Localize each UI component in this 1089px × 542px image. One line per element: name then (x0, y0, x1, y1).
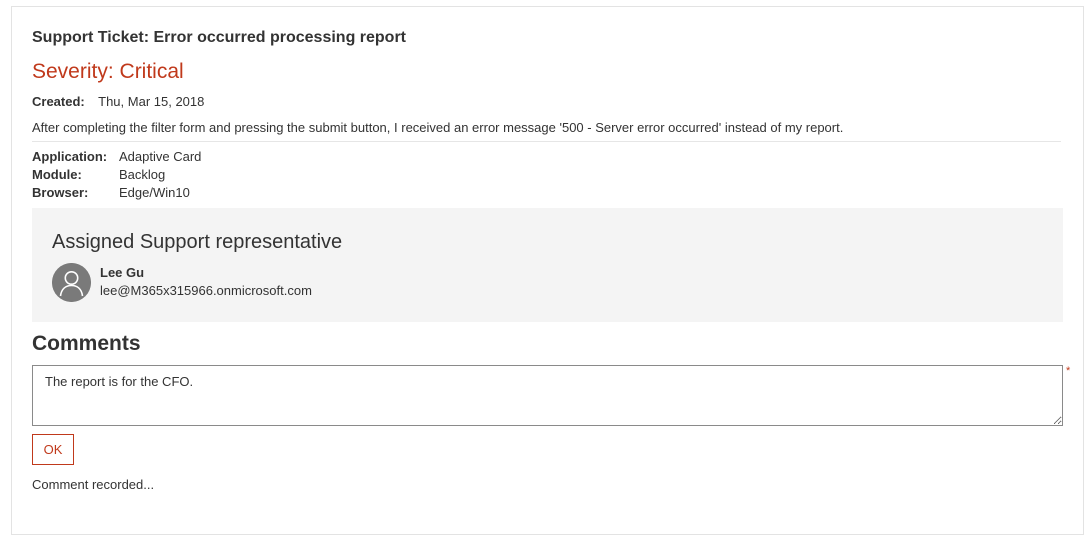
fact-value: Backlog (119, 166, 166, 182)
status-message: Comment recorded... (32, 477, 155, 492)
required-marker: * (1066, 365, 1071, 377)
fact-key: Browser: (32, 184, 89, 200)
fact-value: Adaptive Card (119, 148, 202, 164)
person-icon (52, 263, 91, 302)
adaptive-card: Support Ticket: Error occurred processin… (11, 6, 1084, 535)
ticket-title: Support Ticket: Error occurred processin… (32, 29, 407, 46)
comments-heading: Comments (32, 332, 141, 355)
separator (32, 141, 1061, 142)
created-value: Thu, Mar 15, 2018 (98, 94, 205, 109)
fact-row-browser: Browser: Edge/Win10 (32, 183, 201, 201)
ticket-description: After completing the filter form and pre… (32, 120, 844, 135)
created-row: Created: Thu, Mar 15, 2018 (32, 94, 204, 109)
ok-button[interactable]: OK (32, 434, 74, 465)
representative-email: lee@M365x315966.onmicrosoft.com (100, 283, 312, 298)
assigned-title: Assigned Support representative (52, 231, 343, 253)
fact-row-module: Module: Backlog (32, 165, 201, 183)
created-label: Created: (32, 94, 85, 109)
fact-row-application: Application: Adaptive Card (32, 147, 201, 165)
representative-name: Lee Gu (100, 265, 145, 280)
comment-input[interactable]: The report is for the CFO. (32, 365, 1063, 426)
assigned-representative-panel: Assigned Support representative Lee Gu l… (32, 208, 1063, 322)
fact-key: Application: (32, 148, 108, 164)
fact-value: Edge/Win10 (119, 184, 190, 200)
severity-label: Severity: Critical (32, 60, 184, 83)
fact-key: Module: (32, 166, 82, 182)
fact-set: Application: Adaptive Card Module: Backl… (32, 147, 201, 201)
